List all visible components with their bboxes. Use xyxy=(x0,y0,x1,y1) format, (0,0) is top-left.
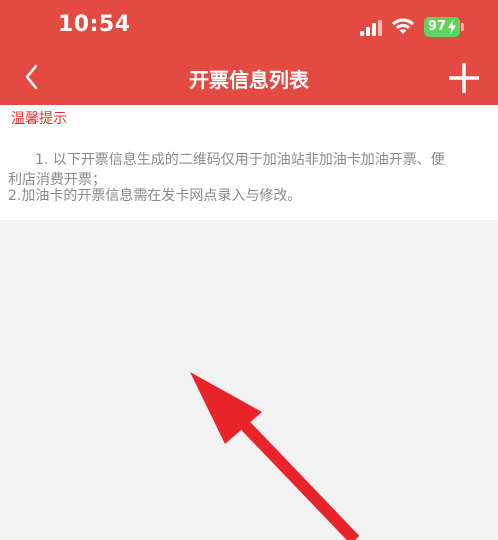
wifi-icon xyxy=(392,18,414,34)
invoice-list-empty xyxy=(0,220,498,540)
charging-bolt-icon xyxy=(448,20,456,34)
status-time: 10:54 xyxy=(58,12,131,37)
battery-level: 97 xyxy=(428,19,447,34)
header-bar: 10:54 97 开票信息列表 xyxy=(0,0,498,105)
tips-panel: 温馨提示 1. 以下开票信息生成的二维码仅用于加油站非加油卡加油开票、便 利店消… xyxy=(0,105,498,220)
tips-title: 温馨提示 xyxy=(11,111,67,127)
add-button[interactable] xyxy=(446,60,482,96)
battery-icon: 97 xyxy=(424,17,460,37)
tip-line-3: 2.加油卡的开票信息需在发卡网点录入与修改。 xyxy=(8,188,302,204)
signal-icon xyxy=(360,20,382,36)
page-title: 开票信息列表 xyxy=(189,68,309,92)
battery-cap xyxy=(461,23,464,31)
tip-line-1: 1. 以下开票信息生成的二维码仅用于加油站非加油卡加油开票、便 xyxy=(35,152,445,168)
